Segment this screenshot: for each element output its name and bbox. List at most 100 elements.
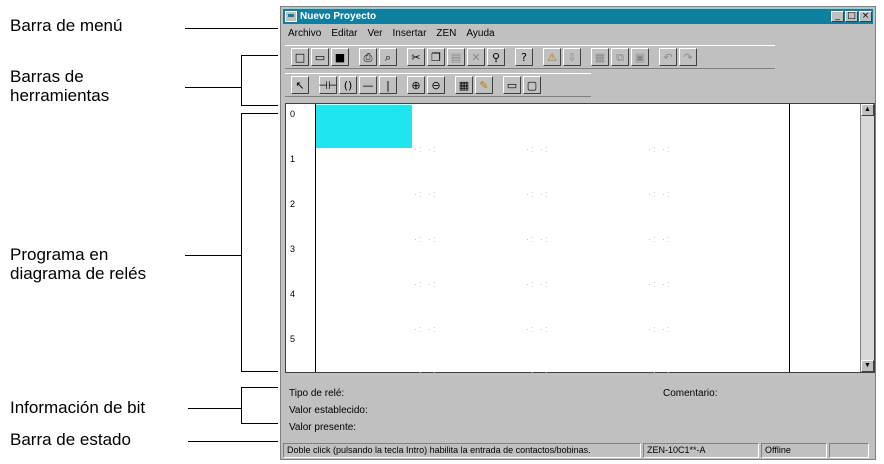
close-button[interactable]: × — [859, 11, 872, 22]
bracket-bottom-ladder — [241, 371, 278, 372]
pointer-icon[interactable]: ↖ — [291, 76, 309, 94]
transfer-icon[interactable]: ⇩ — [563, 48, 581, 66]
row-number: 2 — [290, 199, 296, 209]
grid-dot: ·: ·: — [414, 324, 438, 334]
print-icon[interactable]: ⎙ — [359, 48, 377, 66]
title-bar[interactable]: Nuevo Proyecto _ □ × — [283, 9, 873, 24]
bracket-top-bit-info — [241, 387, 278, 388]
new-file-icon[interactable]: □ — [291, 48, 309, 66]
grid-dot: ·: ·: — [648, 234, 672, 244]
undo-icon[interactable]: ↶ — [659, 48, 677, 66]
row-number: 0 — [290, 109, 296, 119]
leader-line-toolbars — [185, 87, 241, 88]
comment-label: Comentario: — [663, 388, 718, 399]
open-folder-icon[interactable]: ▭ — [311, 48, 329, 66]
present-value-label: Valor presente: — [289, 422, 357, 433]
maximize-button[interactable]: □ — [845, 11, 858, 22]
cursor-cell[interactable] — [316, 105, 412, 148]
window-title: Nuevo Proyecto — [300, 11, 377, 22]
zoom-out-icon[interactable]: ⊖ — [427, 76, 445, 94]
menu-bar: Archivo Editar Ver Insertar ZEN Ayuda — [283, 26, 873, 40]
bracket-bottom-bit-info — [241, 423, 278, 424]
contact-icon[interactable]: ⊣⊢ — [318, 76, 338, 94]
save-icon[interactable]: ■ — [331, 48, 349, 66]
bracket-bottom-toolbars — [241, 105, 278, 106]
row-number: 4 — [290, 289, 296, 299]
grid-dot: ·: ·: — [526, 279, 550, 289]
zoom-in-icon[interactable]: ⊕ — [407, 76, 425, 94]
bracket-ladder — [241, 113, 242, 372]
grid-dot: ·: ·: — [526, 144, 550, 154]
compare-icon[interactable]: ⧉ — [611, 48, 629, 66]
status-mode: Offline — [761, 443, 827, 458]
grid-dot: ·: ·: — [526, 324, 550, 334]
bit-info-panel: Tipo de relé: Valor establecido: Valor p… — [285, 376, 873, 442]
bracket-top-ladder — [241, 113, 278, 114]
status-hint: Doble click (pulsando la tecla Intro) ha… — [283, 443, 641, 458]
standard-toolbar: □ ▭ ■ ⎙ ⌕ ✂ ❐ ▤ ✕ ⚲ ? ⚠ ⇩ ▦ ⧉ ▣ ↶ ↷ — [285, 45, 775, 69]
monitor-icon[interactable]: ▦ — [591, 48, 609, 66]
grid-dot: ·: ·: — [648, 324, 672, 334]
status-bar: Doble click (pulsando la tecla Intro) ha… — [283, 443, 873, 458]
paste-icon[interactable]: ▤ — [447, 48, 465, 66]
delete-icon[interactable]: ✕ — [467, 48, 485, 66]
leader-line-bit-info — [188, 408, 241, 409]
vertical-line-icon[interactable]: | — [379, 76, 397, 94]
label-status-bar: Barra de estado — [10, 430, 131, 449]
relay-type-label: Tipo de relé: — [289, 388, 345, 399]
label-ladder-program: Programa en diagrama de relés — [10, 245, 147, 283]
print-preview-icon[interactable]: ⌕ — [379, 48, 397, 66]
help-icon[interactable]: ? — [515, 48, 533, 66]
scroll-up-icon[interactable]: ▲ — [861, 104, 874, 116]
cut-icon[interactable]: ✂ — [407, 48, 425, 66]
copy-icon[interactable]: ❐ — [427, 48, 445, 66]
grid-dot: ·: ·: — [414, 144, 438, 154]
program-icon[interactable]: ▣ — [631, 48, 649, 66]
menu-ayuda[interactable]: Ayuda — [466, 28, 494, 39]
ladder-toolbar: ↖ ⊣⊢ () — | ⊕ ⊖ ▦ ✎ ▭ ▢ — [285, 73, 591, 97]
vertical-scrollbar[interactable]: ▲ ▼ — [860, 104, 874, 372]
view-icon[interactable]: ▭ — [503, 76, 521, 94]
leader-line-ladder — [185, 255, 241, 256]
label-toolbars: Barras de herramientas — [10, 67, 110, 105]
window-icon[interactable]: ▢ — [523, 76, 541, 94]
horizontal-line-icon[interactable]: — — [359, 76, 377, 94]
leader-line-status-bar — [188, 441, 278, 442]
leader-line-menu-bar — [185, 28, 278, 29]
grid-dot: ·: ·: — [414, 189, 438, 199]
row-number: 5 — [290, 334, 296, 344]
bracket-bit-info — [241, 387, 242, 424]
menu-editar[interactable]: Editar — [331, 28, 357, 39]
row-number: 3 — [290, 244, 296, 254]
find-icon[interactable]: ⚲ — [487, 48, 505, 66]
menu-archivo[interactable]: Archivo — [288, 28, 321, 39]
grid-dot: ·: ·: — [526, 189, 550, 199]
status-extra — [829, 443, 869, 458]
minimize-button[interactable]: _ — [831, 11, 844, 22]
menu-zen[interactable]: ZEN — [436, 28, 456, 39]
warning-icon[interactable]: ⚠ — [543, 48, 561, 66]
grid-dot: ·: ·: — [648, 279, 672, 289]
grid-dot: ·: ·: — [414, 279, 438, 289]
redo-icon[interactable]: ↷ — [679, 48, 697, 66]
coil-icon[interactable]: () — [339, 76, 357, 94]
grid-icon[interactable]: ▦ — [455, 76, 473, 94]
bracket-toolbars — [241, 55, 242, 106]
menu-ver[interactable]: Ver — [367, 28, 382, 39]
grid-dot: ·: ·: — [648, 189, 672, 199]
row-number: 1 — [290, 154, 296, 164]
scroll-down-icon[interactable]: ▼ — [861, 360, 874, 372]
right-power-rail — [789, 104, 790, 372]
app-icon[interactable] — [285, 11, 297, 22]
label-menu-bar: Barra de menú — [10, 16, 123, 35]
grid-dot: ·: ·: — [648, 144, 672, 154]
ladder-diagram-area[interactable]: 0 1 2 3 4 5 ·: ·: ·: ·: ·: ·: ·: ·: ·: ·: ·: … — [285, 103, 875, 379]
comment-icon[interactable]: ✎ — [475, 76, 493, 94]
app-window: Nuevo Proyecto _ □ × Archivo Editar Ver … — [280, 6, 876, 460]
menu-insertar[interactable]: Insertar — [393, 28, 427, 39]
set-value-label: Valor establecido: — [289, 405, 368, 416]
grid-dot: ·: ·: — [414, 234, 438, 244]
grid-dot: ·: ·: — [526, 234, 550, 244]
row-number-gutter — [286, 104, 316, 372]
status-model: ZEN-10C1**-A — [643, 443, 759, 458]
